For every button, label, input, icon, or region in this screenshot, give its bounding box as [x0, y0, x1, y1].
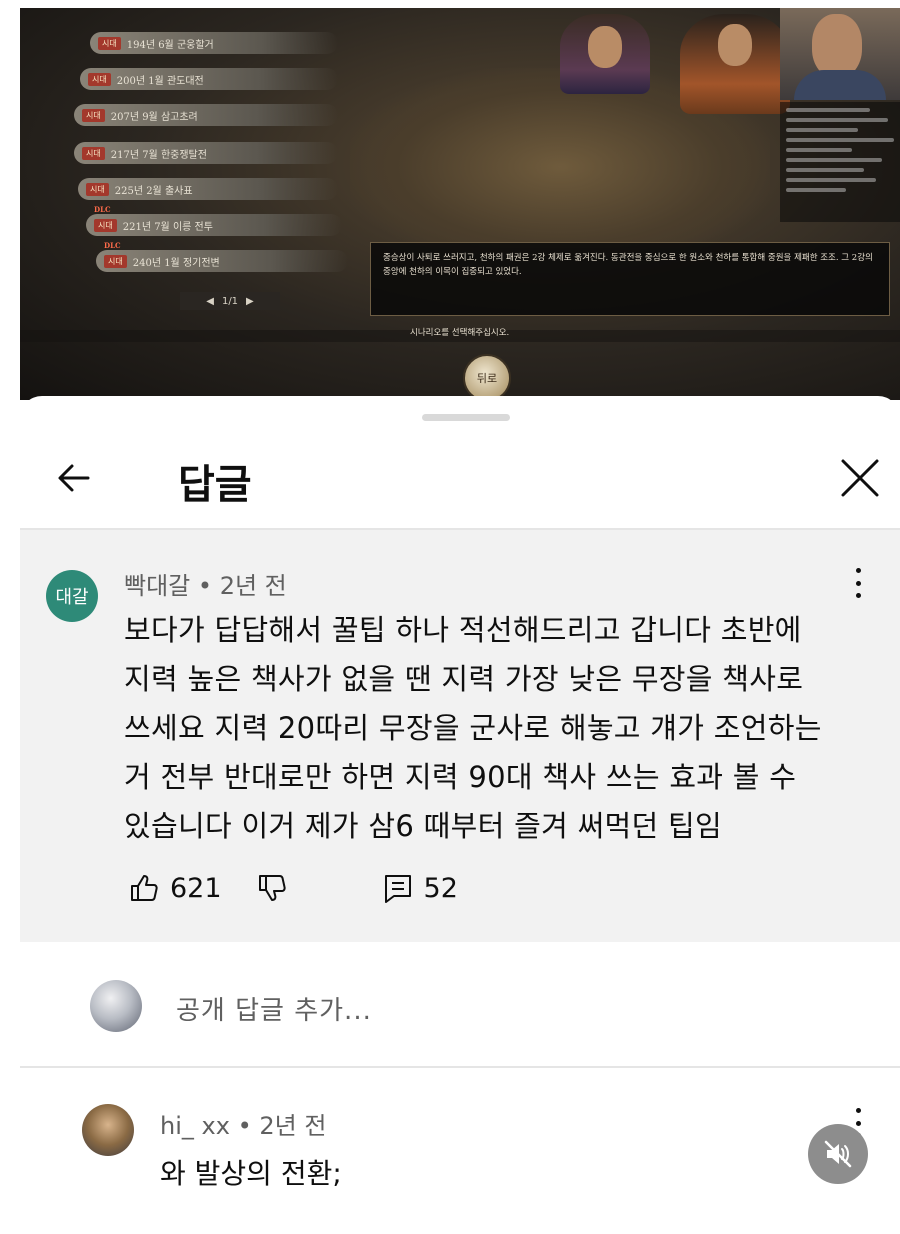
dislike-button[interactable]	[256, 872, 298, 904]
scenario-tag: 시대	[94, 218, 117, 232]
mute-button[interactable]	[808, 1124, 868, 1184]
back-button[interactable]	[52, 456, 96, 500]
meta-separator: •	[197, 572, 220, 600]
comment-actions: 621 52	[128, 872, 458, 904]
thumbs-up-icon	[131, 875, 158, 901]
scenario-description: 중승상이 사퇴로 쓰러지고, 천하의 패권은 2강 체제로 옮겨진다. 동관전을…	[370, 242, 890, 316]
scenario-label: 194년 6월 군웅할거	[126, 39, 214, 51]
stream-chat-overlay	[780, 102, 900, 222]
streamer-webcam	[780, 8, 900, 100]
reply-time: 2년 전	[259, 1112, 327, 1140]
reply-button[interactable]: 52	[382, 872, 458, 904]
video-player[interactable]: 시대 194년 6월 군웅할거 시대 200년 1월 관도대전 시대 207년 …	[20, 8, 900, 400]
replies-sheet: 답글 대갈 빡대갈 • 2년 전 보다가 답답해서 꿀팁 하나 적선해드리고 갑…	[20, 396, 900, 1234]
comment-time: 2년 전	[219, 572, 287, 600]
scenario-tag: 시대	[88, 72, 111, 86]
scenario-label: 200년 1월 관도대전	[116, 75, 204, 87]
comment-meta: 빡대갈 • 2년 전	[124, 566, 287, 601]
comment-author[interactable]: 빡대갈	[124, 572, 190, 600]
reply-meta: hi_ xx • 2년 전	[160, 1106, 326, 1141]
comment-text: 보다가 답답해서 꿀팁 하나 적선해드리고 갑니다 초반에 지력 높은 책사가 …	[124, 606, 884, 851]
scenario-tag: 시대	[82, 108, 105, 122]
meta-separator: •	[237, 1112, 260, 1140]
volume-muted-icon	[824, 1140, 852, 1168]
comment-line: 보다가 답답해서 꿀팁 하나 적선해드리고 갑니다 초반에	[124, 613, 802, 647]
scenario-tag: 시대	[104, 254, 127, 268]
comment-icon	[384, 875, 411, 903]
scenario-item[interactable]: 시대 217년 7월 한중쟁탈전	[74, 142, 338, 164]
scenario-item[interactable]: 시대 194년 6월 군웅할거	[90, 32, 338, 54]
pager-next-icon[interactable]: ▶	[246, 296, 254, 307]
scenario-label: 225년 2월 출사표	[114, 185, 193, 197]
sheet-drag-handle[interactable]	[422, 414, 510, 421]
scenario-tag: 시대	[82, 146, 105, 160]
close-icon	[841, 459, 879, 497]
reply-item: hi_ xx • 2년 전 와 발상의 전환;	[20, 1096, 900, 1234]
avatar[interactable]	[82, 1104, 134, 1156]
arrow-left-icon	[58, 464, 90, 492]
comment-line: 지력 높은 책사가 없을 땐 지력 가장 낮은 무장을 책사로	[124, 662, 804, 696]
avatar[interactable]: 대갈	[46, 570, 98, 622]
game-character-portrait	[680, 14, 790, 114]
scenario-label: 207년 9월 삼고초려	[110, 111, 198, 123]
scenario-label: 240년 1월 정기전변	[132, 257, 220, 269]
scenario-label: 217년 7월 한중쟁탈전	[110, 149, 207, 161]
game-character-portrait	[560, 14, 650, 94]
close-button[interactable]	[838, 456, 882, 500]
scenario-tag: 시대	[86, 182, 109, 196]
thumbs-down-icon	[258, 875, 286, 901]
scenario-item[interactable]: 시대 225년 2월 출사표	[78, 178, 338, 200]
parent-comment: 대갈 빡대갈 • 2년 전 보다가 답답해서 꿀팁 하나 적선해드리고 갑니다 …	[20, 530, 900, 942]
add-reply-row[interactable]: 공개 답글 추가...	[20, 962, 900, 1062]
scenario-item[interactable]: 시대 207년 9월 삼고초려	[74, 104, 338, 126]
more-options-icon[interactable]	[846, 568, 870, 598]
dlc-badge: DLC	[94, 205, 111, 214]
scenario-item[interactable]: DLC 시대 240년 1월 정기전변	[96, 241, 348, 272]
add-reply-input[interactable]: 공개 답글 추가...	[176, 990, 372, 1027]
reply-text: 와 발상의 전환;	[160, 1157, 342, 1190]
reply-author[interactable]: hi_ xx	[160, 1112, 230, 1140]
game-back-button[interactable]: 뒤로	[463, 354, 511, 400]
like-count: 621	[170, 872, 222, 904]
like-button[interactable]: 621	[128, 872, 222, 904]
scenario-label: 221년 7월 이릉 전투	[122, 221, 213, 233]
scenario-tag: 시대	[98, 36, 121, 50]
scenario-pager: ◀ 1/1 ▶	[180, 292, 280, 310]
pager-page: 1/1	[221, 295, 239, 307]
sheet-title: 답글	[178, 462, 252, 508]
avatar	[90, 980, 142, 1032]
comment-line: 있습니다 이거 제가 삼6 때부터 즐겨 써먹던 팁임	[124, 809, 722, 843]
comment-line: 쓰세요 지력 20따리 무장을 군사로 해놓고 걔가 조언하는	[124, 711, 822, 745]
reply-divider	[20, 1066, 900, 1068]
dlc-badge: DLC	[104, 241, 121, 250]
pager-prev-icon[interactable]: ◀	[206, 296, 214, 307]
comment-line: 거 전부 반대로만 하면 지력 90대 책사 쓰는 효과 볼 수	[124, 760, 797, 794]
select-prompt: 시나리오를 선택해주십시오.	[410, 328, 510, 338]
scenario-item[interactable]: 시대 200년 1월 관도대전	[80, 68, 338, 90]
scenario-item[interactable]: DLC 시대 221년 7월 이릉 전투	[86, 205, 342, 236]
reply-count: 52	[423, 872, 458, 904]
